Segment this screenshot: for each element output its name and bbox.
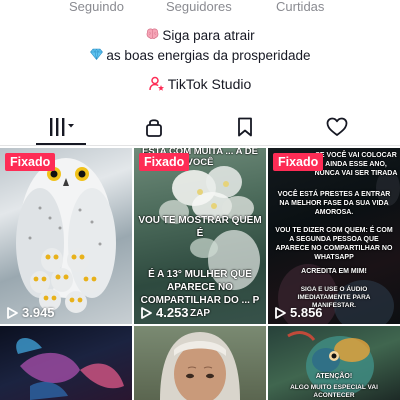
bookmark-icon — [237, 117, 253, 142]
bio-line-1-text: Siga para atrair — [162, 28, 255, 43]
likes-label: Curtidas — [276, 0, 325, 14]
view-count: 5.856 — [274, 305, 323, 320]
play-icon — [274, 306, 286, 319]
video-thumbnail-1[interactable]: Fixado 3.945 — [0, 148, 132, 324]
view-count-value: 3.945 — [22, 305, 55, 320]
owl-artwork — [16, 158, 116, 313]
gem-icon — [89, 47, 103, 66]
pinned-badge: Fixado — [5, 153, 56, 171]
tab-liked[interactable] — [307, 116, 367, 142]
pinned-badge: Fixado — [273, 153, 324, 171]
grid-icon — [48, 117, 76, 142]
profile-tabs — [0, 112, 400, 146]
tab-favorites[interactable] — [215, 116, 275, 142]
video-overlay-text-3: VOU TE DIZER COM QUEM: É COM A SEGUNDA P… — [275, 227, 393, 261]
heart-icon — [326, 117, 348, 142]
bio-line-1: Siga para atrair — [0, 26, 400, 46]
fish-artwork — [16, 337, 124, 400]
pinned-badge: Fixado — [139, 153, 190, 171]
video-thumbnail-5[interactable] — [134, 326, 266, 400]
video-overlay-text-1: SE VOCÊ VAI COLOCAR AINDA ESSE ANO, NUNC… — [314, 152, 398, 177]
tab-private[interactable] — [124, 116, 184, 142]
video-overlay-text-2: ALGO MUITO ESPECIAL VAI ACONTECER — [290, 384, 378, 399]
play-icon — [6, 306, 18, 319]
tiktok-studio-link[interactable]: TikTok Studio — [0, 76, 400, 92]
lock-icon — [145, 117, 163, 142]
play-icon — [140, 306, 152, 319]
studio-label: TikTok Studio — [167, 76, 252, 92]
profile-bio: Siga para atrair as boas energias da pro… — [0, 26, 400, 66]
video-overlay-text-1: ATENÇÃO! — [315, 373, 353, 380]
video-thumbnail-4[interactable] — [0, 326, 132, 400]
profile-stats: Seguindo Seguidores Curtidas — [0, 0, 400, 18]
view-count-value: 5.856 — [290, 305, 323, 320]
view-count: 4.253 — [140, 305, 189, 320]
video-overlay-text-4: ACREDITA EM MIM! — [301, 268, 367, 275]
studio-person-icon — [148, 76, 165, 92]
following-label[interactable]: Seguindo — [69, 0, 124, 14]
woman-portrait-artwork — [160, 332, 240, 400]
view-count-value: 4.253 — [156, 305, 189, 320]
video-overlay-text-2: VOCÊ ESTÁ PRESTES A ENTRAR NA MELHOR FAS… — [277, 191, 391, 216]
followers-label[interactable]: Seguidores — [166, 0, 232, 14]
video-thumbnail-6[interactable]: ATENÇÃO! ALGO MUITO ESPECIAL VAI ACONTEC… — [268, 326, 400, 400]
video-thumbnail-3[interactable]: SE VOCÊ VAI COLOCAR AINDA ESSE ANO, NUNC… — [268, 148, 400, 324]
bio-line-2-text: as boas energias da prosperidade — [106, 48, 311, 63]
brain-icon — [145, 27, 159, 46]
view-count: 3.945 — [6, 305, 55, 320]
active-tab-indicator — [36, 143, 86, 145]
video-overlay-text-mid: VOU TE MOSTRAR QUEM É — [138, 215, 262, 239]
bio-line-2: as boas energias da prosperidade — [0, 46, 400, 66]
tab-videos[interactable] — [32, 116, 92, 142]
video-thumbnail-2[interactable]: ESTA COM MUITA ... A DE VOCÊ VOU TE MOST… — [134, 148, 266, 324]
